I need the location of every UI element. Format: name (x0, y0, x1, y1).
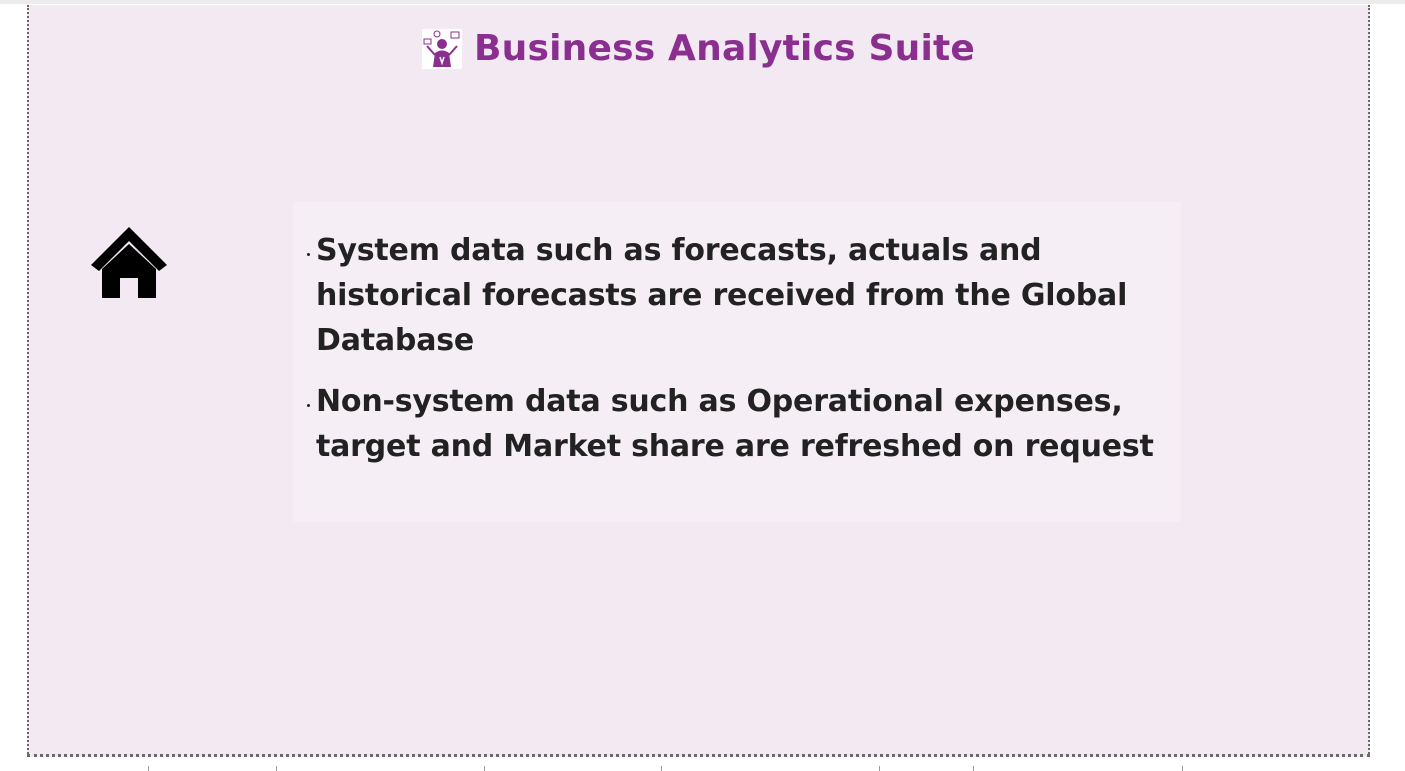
ruler-tick (484, 766, 485, 771)
report-canvas: Business Analytics Suite System data suc… (27, 5, 1370, 757)
ruler-tick (661, 766, 662, 771)
ruler-tick (973, 766, 974, 771)
list-item: Non-system data such as Operational expe… (307, 379, 1171, 469)
home-button[interactable] (89, 225, 169, 301)
list-item: System data such as forecasts, actuals a… (307, 228, 1171, 363)
bullet-dot (307, 253, 310, 256)
ruler-tick (148, 766, 149, 771)
bullet-dot (307, 404, 310, 407)
bullet-text: System data such as forecasts, actuals a… (316, 233, 1128, 358)
home-icon (89, 227, 169, 305)
ruler-tick (1182, 766, 1183, 771)
page-ruler (0, 762, 1405, 771)
ruler-tick (276, 766, 277, 771)
page-title: Business Analytics Suite (473, 28, 976, 69)
info-panel: System data such as forecasts, actuals a… (293, 202, 1181, 522)
page-header: Business Analytics Suite (29, 27, 1368, 71)
analytics-person-icon (421, 29, 462, 69)
bullet-text: Non-system data such as Operational expe… (316, 384, 1154, 464)
ruler-tick (879, 766, 880, 771)
top-border (0, 0, 1405, 4)
